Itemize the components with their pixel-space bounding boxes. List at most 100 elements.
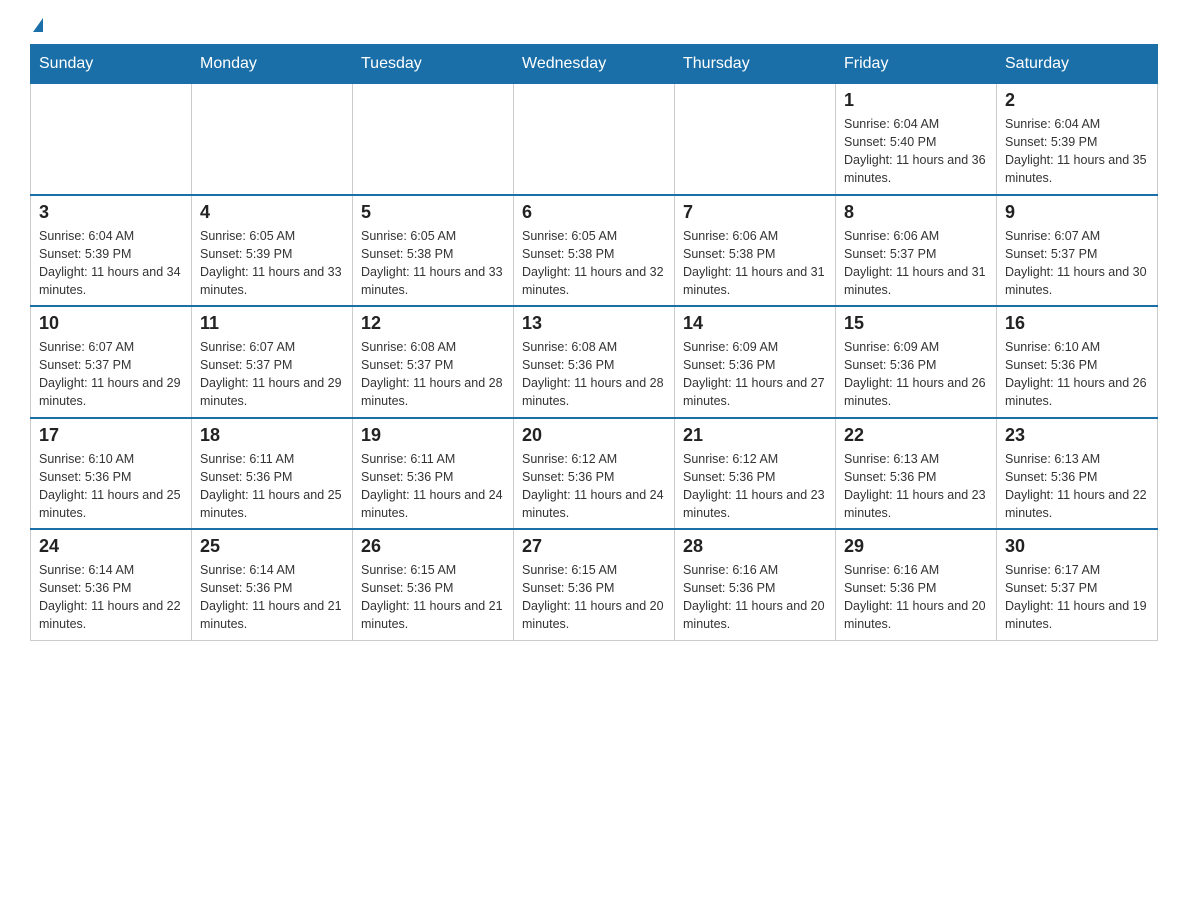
calendar-cell: 23 Sunrise: 6:13 AM Sunset: 5:36 PM Dayli… — [997, 418, 1158, 530]
calendar-cell: 14Sunrise: 6:09 AM Sunset: 5:36 PM Dayli… — [675, 306, 836, 418]
calendar-cell: 9 Sunrise: 6:07 AM Sunset: 5:37 PM Daylig… — [997, 195, 1158, 307]
calendar-cell: 22 Sunrise: 6:13 AM Sunset: 5:36 PM Dayli… — [836, 418, 997, 530]
cell-sun-info: Sunrise: 6:05 AM Sunset: 5:38 PM Dayligh… — [522, 227, 666, 300]
cell-day-number: 12 — [361, 313, 505, 334]
cell-day-number: 20 — [522, 425, 666, 446]
calendar-header-saturday: Saturday — [997, 45, 1158, 84]
cell-sun-info: Sunrise: 6:17 AM Sunset: 5:37 PM Dayligh… — [1005, 561, 1149, 634]
cell-sun-info: Sunrise: 6:10 AM Sunset: 5:36 PM Dayligh… — [1005, 338, 1149, 411]
cell-sun-info: Sunrise: 6:14 AM Sunset: 5:36 PM Dayligh… — [200, 561, 344, 634]
cell-day-number: 25 — [200, 536, 344, 557]
calendar-cell: 18 Sunrise: 6:11 AM Sunset: 5:36 PM Dayli… — [192, 418, 353, 530]
cell-sun-info: Sunrise: 6:10 AM Sunset: 5:36 PM Dayligh… — [39, 450, 183, 523]
calendar-cell — [192, 84, 353, 195]
cell-day-number: 16 — [1005, 313, 1149, 334]
calendar-cell: 15 Sunrise: 6:09 AM Sunset: 5:36 PM Dayli… — [836, 306, 997, 418]
cell-sun-info: Sunrise: 6:11 AM Sunset: 5:36 PM Dayligh… — [200, 450, 344, 523]
cell-day-number: 19 — [361, 425, 505, 446]
cell-day-number: 10 — [39, 313, 183, 334]
calendar-week-row: 24 Sunrise: 6:14 AM Sunset: 5:36 PM Dayli… — [31, 529, 1158, 640]
cell-day-number: 18 — [200, 425, 344, 446]
cell-sun-info: Sunrise: 6:14 AM Sunset: 5:36 PM Dayligh… — [39, 561, 183, 634]
calendar-cell: 19 Sunrise: 6:11 AM Sunset: 5:36 PM Dayli… — [353, 418, 514, 530]
cell-sun-info: Sunrise: 6:13 AM Sunset: 5:36 PM Dayligh… — [1005, 450, 1149, 523]
calendar-cell — [514, 84, 675, 195]
cell-sun-info: Sunrise: 6:13 AM Sunset: 5:36 PM Dayligh… — [844, 450, 988, 523]
calendar-cell: 11Sunrise: 6:07 AM Sunset: 5:37 PM Dayli… — [192, 306, 353, 418]
calendar-cell: 28 Sunrise: 6:16 AM Sunset: 5:36 PM Dayli… — [675, 529, 836, 640]
cell-sun-info: Sunrise: 6:08 AM Sunset: 5:36 PM Dayligh… — [522, 338, 666, 411]
cell-day-number: 27 — [522, 536, 666, 557]
cell-sun-info: Sunrise: 6:16 AM Sunset: 5:36 PM Dayligh… — [683, 561, 827, 634]
logo — [30, 20, 43, 34]
cell-sun-info: Sunrise: 6:06 AM Sunset: 5:38 PM Dayligh… — [683, 227, 827, 300]
cell-day-number: 22 — [844, 425, 988, 446]
cell-sun-info: Sunrise: 6:09 AM Sunset: 5:36 PM Dayligh… — [844, 338, 988, 411]
cell-sun-info: Sunrise: 6:05 AM Sunset: 5:39 PM Dayligh… — [200, 227, 344, 300]
cell-sun-info: Sunrise: 6:12 AM Sunset: 5:36 PM Dayligh… — [683, 450, 827, 523]
cell-sun-info: Sunrise: 6:04 AM Sunset: 5:39 PM Dayligh… — [1005, 115, 1149, 188]
calendar-cell: 25 Sunrise: 6:14 AM Sunset: 5:36 PM Dayli… — [192, 529, 353, 640]
calendar-cell: 3 Sunrise: 6:04 AM Sunset: 5:39 PM Daylig… — [31, 195, 192, 307]
calendar-cell: 26 Sunrise: 6:15 AM Sunset: 5:36 PM Dayli… — [353, 529, 514, 640]
calendar-cell: 7 Sunrise: 6:06 AM Sunset: 5:38 PM Daylig… — [675, 195, 836, 307]
calendar-week-row: 1 Sunrise: 6:04 AM Sunset: 5:40 PM Daylig… — [31, 84, 1158, 195]
calendar-cell: 27 Sunrise: 6:15 AM Sunset: 5:36 PM Dayli… — [514, 529, 675, 640]
calendar-cell: 10 Sunrise: 6:07 AM Sunset: 5:37 PM Dayli… — [31, 306, 192, 418]
calendar-week-row: 10 Sunrise: 6:07 AM Sunset: 5:37 PM Dayli… — [31, 306, 1158, 418]
cell-day-number: 30 — [1005, 536, 1149, 557]
cell-day-number: 9 — [1005, 202, 1149, 223]
calendar-cell — [31, 84, 192, 195]
calendar-week-row: 17 Sunrise: 6:10 AM Sunset: 5:36 PM Dayli… — [31, 418, 1158, 530]
calendar-cell: 24 Sunrise: 6:14 AM Sunset: 5:36 PM Dayli… — [31, 529, 192, 640]
cell-day-number: 17 — [39, 425, 183, 446]
calendar-header-wednesday: Wednesday — [514, 45, 675, 84]
calendar-cell — [675, 84, 836, 195]
cell-day-number: 28 — [683, 536, 827, 557]
calendar-week-row: 3 Sunrise: 6:04 AM Sunset: 5:39 PM Daylig… — [31, 195, 1158, 307]
cell-day-number: 6 — [522, 202, 666, 223]
cell-day-number: 4 — [200, 202, 344, 223]
cell-sun-info: Sunrise: 6:09 AM Sunset: 5:36 PM Dayligh… — [683, 338, 827, 411]
calendar-cell: 13Sunrise: 6:08 AM Sunset: 5:36 PM Dayli… — [514, 306, 675, 418]
cell-sun-info: Sunrise: 6:07 AM Sunset: 5:37 PM Dayligh… — [39, 338, 183, 411]
calendar-header-row: SundayMondayTuesdayWednesdayThursdayFrid… — [31, 45, 1158, 84]
cell-sun-info: Sunrise: 6:04 AM Sunset: 5:40 PM Dayligh… — [844, 115, 988, 188]
cell-sun-info: Sunrise: 6:06 AM Sunset: 5:37 PM Dayligh… — [844, 227, 988, 300]
cell-day-number: 21 — [683, 425, 827, 446]
calendar-table: SundayMondayTuesdayWednesdayThursdayFrid… — [30, 44, 1158, 641]
calendar-cell: 21 Sunrise: 6:12 AM Sunset: 5:36 PM Dayli… — [675, 418, 836, 530]
page-header — [30, 20, 1158, 34]
cell-sun-info: Sunrise: 6:15 AM Sunset: 5:36 PM Dayligh… — [361, 561, 505, 634]
calendar-cell: 16 Sunrise: 6:10 AM Sunset: 5:36 PM Dayli… — [997, 306, 1158, 418]
cell-sun-info: Sunrise: 6:05 AM Sunset: 5:38 PM Dayligh… — [361, 227, 505, 300]
calendar-cell: 29 Sunrise: 6:16 AM Sunset: 5:36 PM Dayli… — [836, 529, 997, 640]
cell-sun-info: Sunrise: 6:07 AM Sunset: 5:37 PM Dayligh… — [1005, 227, 1149, 300]
calendar-cell: 4 Sunrise: 6:05 AM Sunset: 5:39 PM Daylig… — [192, 195, 353, 307]
cell-day-number: 26 — [361, 536, 505, 557]
cell-day-number: 1 — [844, 90, 988, 111]
cell-day-number: 7 — [683, 202, 827, 223]
calendar-header-monday: Monday — [192, 45, 353, 84]
cell-day-number: 5 — [361, 202, 505, 223]
cell-day-number: 23 — [1005, 425, 1149, 446]
logo-triangle-icon — [33, 18, 43, 32]
cell-day-number: 3 — [39, 202, 183, 223]
cell-sun-info: Sunrise: 6:11 AM Sunset: 5:36 PM Dayligh… — [361, 450, 505, 523]
cell-day-number: 8 — [844, 202, 988, 223]
cell-day-number: 29 — [844, 536, 988, 557]
cell-day-number: 15 — [844, 313, 988, 334]
cell-sun-info: Sunrise: 6:15 AM Sunset: 5:36 PM Dayligh… — [522, 561, 666, 634]
cell-day-number: 24 — [39, 536, 183, 557]
cell-sun-info: Sunrise: 6:16 AM Sunset: 5:36 PM Dayligh… — [844, 561, 988, 634]
cell-day-number: 11 — [200, 313, 344, 334]
calendar-cell: 6 Sunrise: 6:05 AM Sunset: 5:38 PM Daylig… — [514, 195, 675, 307]
calendar-cell: 1 Sunrise: 6:04 AM Sunset: 5:40 PM Daylig… — [836, 84, 997, 195]
cell-sun-info: Sunrise: 6:04 AM Sunset: 5:39 PM Dayligh… — [39, 227, 183, 300]
calendar-cell: 20Sunrise: 6:12 AM Sunset: 5:36 PM Dayli… — [514, 418, 675, 530]
calendar-cell: 17 Sunrise: 6:10 AM Sunset: 5:36 PM Dayli… — [31, 418, 192, 530]
calendar-cell: 8 Sunrise: 6:06 AM Sunset: 5:37 PM Daylig… — [836, 195, 997, 307]
calendar-cell — [353, 84, 514, 195]
calendar-cell: 30 Sunrise: 6:17 AM Sunset: 5:37 PM Dayli… — [997, 529, 1158, 640]
calendar-cell: 12Sunrise: 6:08 AM Sunset: 5:37 PM Dayli… — [353, 306, 514, 418]
